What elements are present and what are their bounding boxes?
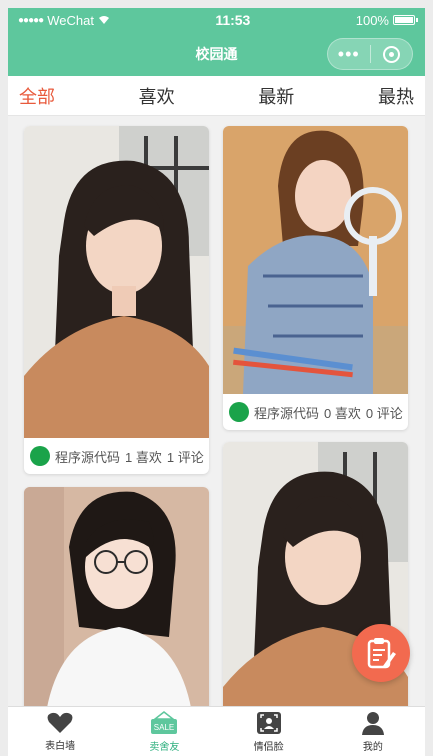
photo-image <box>223 126 408 394</box>
like-count: 0 喜欢 <box>324 405 361 421</box>
author-name: 程序源代码 <box>254 405 320 421</box>
mini-program-capsule: ••• <box>327 38 413 70</box>
photo-image <box>24 487 209 727</box>
post-photo <box>223 442 408 727</box>
author-avatar <box>30 446 50 466</box>
tab-liked[interactable]: 喜欢 <box>139 83 175 109</box>
post-meta: 程序源代码 0 喜欢 0 评论 <box>223 394 408 430</box>
tabbar-item-couple-face[interactable]: 情侣脸 <box>217 707 321 756</box>
post-photo <box>24 126 209 438</box>
tabbar-label: 我的 <box>362 741 383 753</box>
tabbar-item-sell-roommate[interactable]: SALE 卖舍友 <box>112 707 216 756</box>
wifi-icon <box>98 16 109 24</box>
battery-label: 100% <box>355 12 389 28</box>
heart-icon <box>47 712 73 733</box>
like-count: 1 喜欢 <box>125 449 162 465</box>
tabbar-label: 表白墙 <box>45 740 76 752</box>
post-card[interactable]: 程序源代码 1 喜欢 1 评论 <box>24 126 209 474</box>
target-icon <box>382 45 400 63</box>
battery-icon <box>392 15 418 25</box>
tabbar-label: 卖舍友 <box>149 741 180 753</box>
close-mini-program-button[interactable] <box>370 45 412 63</box>
face-scan-icon <box>256 711 281 734</box>
post-meta: 程序源代码 1 喜欢 1 评论 <box>24 438 209 474</box>
filter-tabs: 全部 喜欢 最新 最热 <box>8 76 425 116</box>
status-bar: ●●●●● WeChat 11:53 100% <box>8 8 425 32</box>
create-post-button[interactable] <box>352 624 410 682</box>
post-photo <box>24 487 209 727</box>
tab-all[interactable]: 全部 <box>19 83 55 109</box>
author-avatar <box>229 402 249 422</box>
post-photo <box>223 126 408 394</box>
comment-count: 0 评论 <box>365 405 403 421</box>
sale-tag-icon: SALE <box>151 710 178 734</box>
post-feed: 程序源代码 1 喜欢 1 评论 程序源代码 0 喜欢 0 评论 <box>8 116 425 727</box>
tabbar-item-confession-wall[interactable]: 表白墙 <box>8 707 112 756</box>
tabbar-label: 情侣脸 <box>253 741 284 753</box>
person-icon <box>361 711 384 735</box>
post-card[interactable]: 程序源代码 0 喜欢 0 评论 <box>223 126 408 430</box>
tabbar-item-me[interactable]: 我的 <box>321 707 425 756</box>
post-card[interactable] <box>24 487 209 727</box>
clipboard-pen-icon <box>367 638 396 669</box>
post-card[interactable] <box>223 442 408 727</box>
svg-text:SALE: SALE <box>154 723 174 732</box>
page-title: 校园通 <box>195 46 238 62</box>
tab-latest[interactable]: 最新 <box>258 83 294 109</box>
nav-bar: 校园通 ••• <box>8 32 425 76</box>
phone-screen: ●●●●● WeChat 11:53 100% 校园通 ••• 全部 喜欢 最新… <box>8 8 425 756</box>
comment-count: 1 评论 <box>166 449 204 465</box>
status-time: 11:53 <box>215 12 251 28</box>
tab-hottest[interactable]: 最热 <box>378 83 414 109</box>
author-name: 程序源代码 <box>55 449 121 465</box>
carrier-label: WeChat <box>47 12 94 28</box>
signal-icon: ●●●●● <box>18 14 44 26</box>
more-menu-icon[interactable]: ••• <box>328 45 370 63</box>
bottom-tab-bar: 表白墙 SALE 卖舍友 情侣脸 我的 <box>8 706 425 756</box>
photo-image <box>24 126 209 438</box>
photo-image <box>223 442 408 727</box>
